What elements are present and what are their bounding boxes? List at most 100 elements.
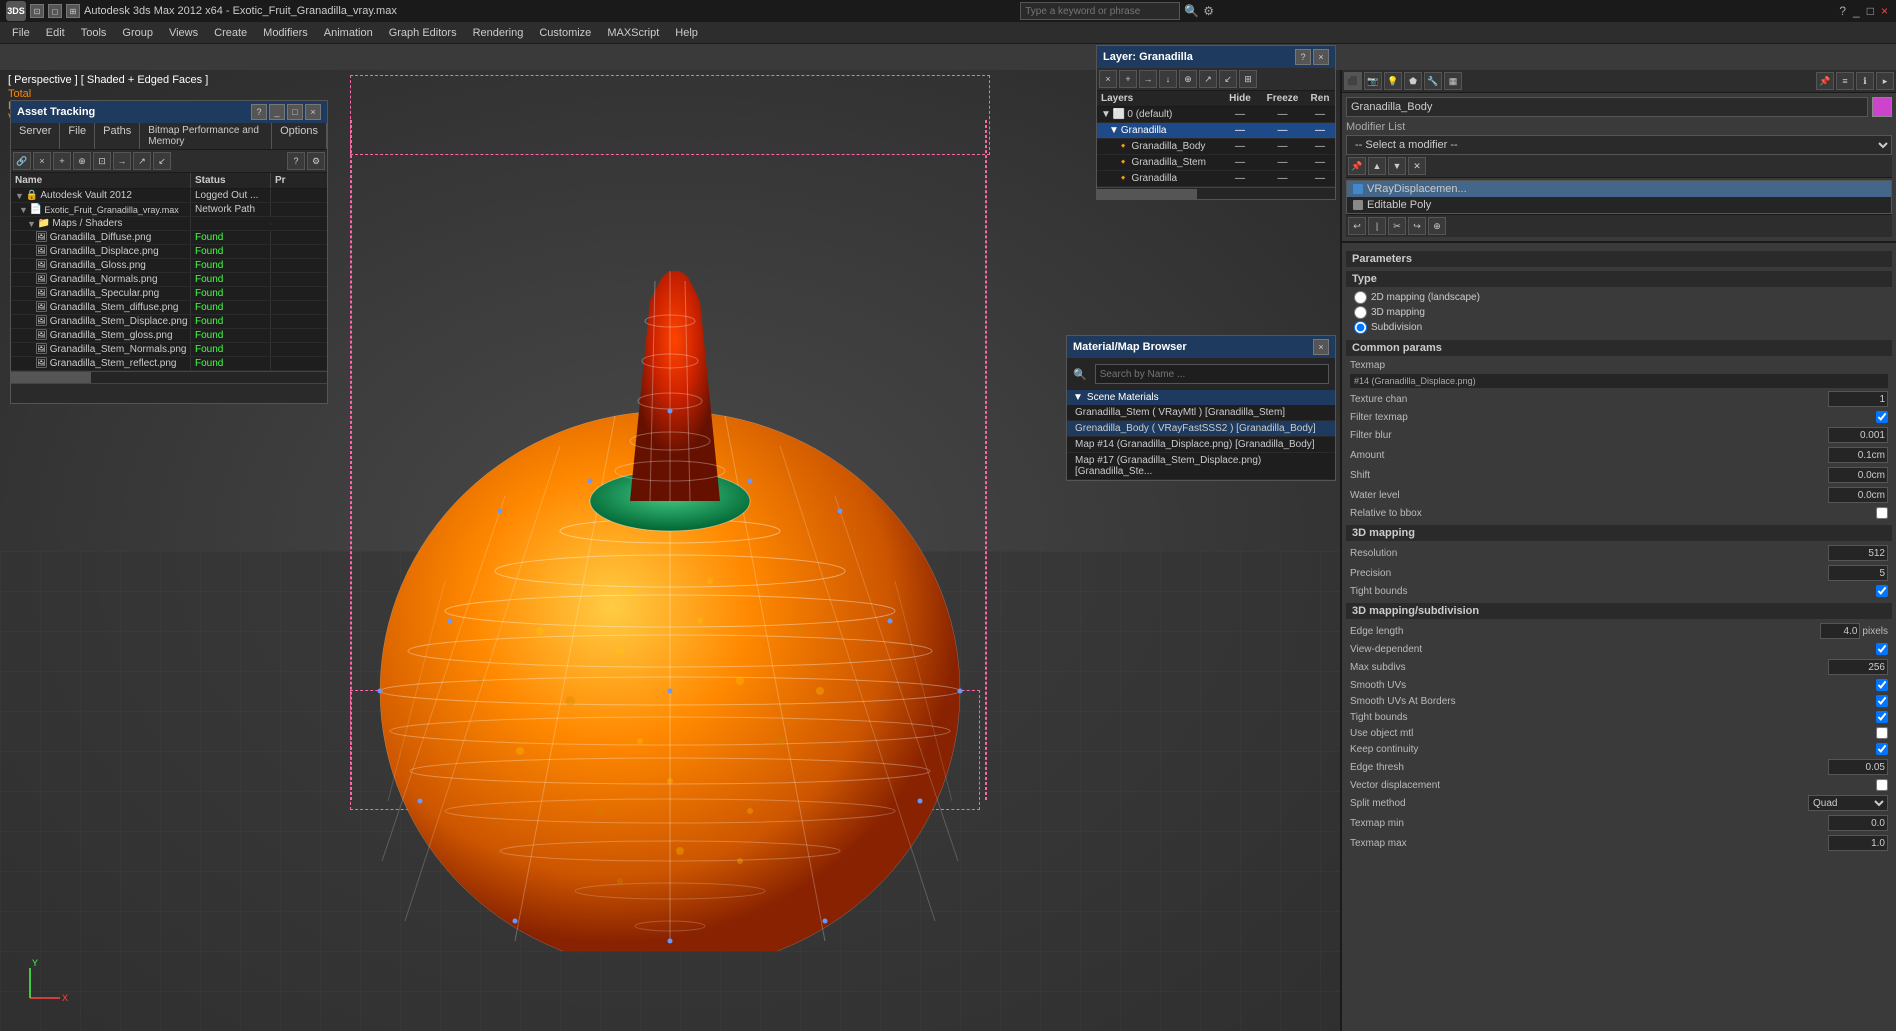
layer-tool-3[interactable]: → [1139, 70, 1157, 88]
menu-modifiers[interactable]: Modifiers [255, 25, 316, 41]
menu-file[interactable]: File [4, 25, 38, 41]
radio-subdivision[interactable]: Subdivision [1354, 321, 1884, 334]
layer-tree[interactable]: ▼ ⬜ 0 (default) — — — ▼ Granadilla — — —… [1097, 107, 1335, 187]
layer-tool-1[interactable]: × [1099, 70, 1117, 88]
search-options-icon[interactable]: ⚙ [1203, 4, 1214, 18]
rt-icon-4[interactable]: ⬟ [1404, 72, 1422, 90]
split-method-dropdown[interactable]: Quad Triangle [1808, 795, 1888, 811]
asset-row-normals[interactable]: 🖼 Granadilla_Normals.png Found [11, 273, 327, 287]
layer-ren-stem[interactable]: — [1305, 155, 1335, 170]
modifier-stack[interactable]: VRayDisplacemen... Editable Poly [1346, 180, 1892, 214]
search-bar[interactable]: 🔍 ⚙ [1020, 2, 1214, 20]
search-icon[interactable]: 🔍 [1184, 4, 1199, 18]
asset-row-max-file[interactable]: ▼ 📄 Exotic_Fruit_Granadilla_vray.max Net… [11, 203, 327, 217]
layer-tool-6[interactable]: ↗ [1199, 70, 1217, 88]
asset-row-stem-gloss[interactable]: 🖼 Granadilla_Stem_gloss.png Found [11, 329, 327, 343]
asset-tool-5[interactable]: ⊡ [93, 152, 111, 170]
layer-ren-granadilla2[interactable]: — [1305, 171, 1335, 186]
texture-chan-value[interactable]: 1 [1828, 391, 1888, 407]
asset-row-diffuse[interactable]: 🖼 Granadilla_Diffuse.png Found [11, 231, 327, 245]
asset-tool-7[interactable]: ↗ [133, 152, 151, 170]
asset-tool-2[interactable]: × [33, 152, 51, 170]
object-name-input[interactable]: Granadilla_Body [1346, 97, 1868, 117]
asset-row-maps[interactable]: ▼ 📁 Maps / Shaders [11, 217, 327, 231]
mod-pin-button[interactable]: 📌 [1348, 157, 1366, 175]
layer-item-granadilla2[interactable]: 🔸 Granadilla — — — [1097, 171, 1335, 187]
menu-customize[interactable]: Customize [531, 25, 599, 41]
radio-3d-mapping-input[interactable] [1354, 306, 1367, 319]
restore-button[interactable]: ⊡ [30, 4, 44, 18]
layer-hide-body[interactable]: — [1220, 139, 1260, 154]
asset-menu-options[interactable]: Options [272, 123, 327, 149]
mat-item-displace[interactable]: Map #14 (Granadilla_Displace.png) [Grana… [1067, 437, 1335, 453]
layer-item-default[interactable]: ▼ ⬜ 0 (default) — — — [1097, 107, 1335, 123]
mod-arrow-down[interactable]: ▼ [1388, 157, 1406, 175]
layer-hide-default[interactable]: — [1220, 107, 1260, 122]
layer-panel-titlebar[interactable]: Layer: Granadilla ? × [1097, 46, 1335, 68]
asset-row-gloss[interactable]: 🖼 Granadilla_Gloss.png Found [11, 259, 327, 273]
arrange-button[interactable]: ⊞ [66, 4, 80, 18]
layer-tool-5[interactable]: ⊕ [1179, 70, 1197, 88]
asset-menu-server[interactable]: Server [11, 123, 60, 149]
rt-icon-info[interactable]: ℹ [1856, 72, 1874, 90]
color-swatch[interactable] [1872, 97, 1892, 117]
mat-item-stem-displace[interactable]: Map #17 (Granadilla_Stem_Displace.png) [… [1067, 453, 1335, 480]
minimize-button[interactable]: _ [1851, 4, 1862, 18]
mat-item-stem[interactable]: Granadilla_Stem ( VRayMtl ) [Granadilla_… [1067, 405, 1335, 421]
modifier-list-dropdown[interactable]: -- Select a modifier -- [1346, 135, 1892, 155]
asset-row-vault[interactable]: ▼ 🔒 Autodesk Vault 2012 Logged Out ... [11, 189, 327, 203]
radio-3d-mapping[interactable]: 3D mapping [1354, 306, 1884, 319]
layer-item-granadilla[interactable]: ▼ Granadilla — — — [1097, 123, 1335, 139]
asset-menu-file[interactable]: File [60, 123, 95, 149]
menu-maxscript[interactable]: MAXScript [599, 25, 667, 41]
asset-row-stem-normals[interactable]: 🖼 Granadilla_Stem_Normals.png Found [11, 343, 327, 357]
rt-icon-more[interactable]: ▸ [1876, 72, 1894, 90]
tight-bounds-checkbox[interactable] [1876, 585, 1888, 597]
shift-value[interactable]: 0.0cm [1828, 467, 1888, 483]
keyword-search-input[interactable] [1020, 2, 1180, 20]
edge-thresh-value[interactable]: 0.05 [1828, 759, 1888, 775]
asset-tool-4[interactable]: ⊕ [73, 152, 91, 170]
layer-scrollbar[interactable] [1097, 187, 1335, 199]
material-list[interactable]: Granadilla_Stem ( VRayMtl ) [Granadilla_… [1067, 405, 1335, 480]
rt-icon-1[interactable]: ⬛ [1344, 72, 1362, 90]
mod-bt-3[interactable]: ✂ [1388, 217, 1406, 235]
mod-bt-1[interactable]: ↩ [1348, 217, 1366, 235]
layer-ren-default[interactable]: — [1305, 107, 1335, 122]
keep-continuity-checkbox[interactable] [1876, 743, 1888, 755]
filter-blur-value[interactable]: 0.001 [1828, 427, 1888, 443]
layer-tool-4[interactable]: ↓ [1159, 70, 1177, 88]
radio-2d-mapping-input[interactable] [1354, 291, 1367, 304]
texmap-min-value[interactable]: 0.0 [1828, 815, 1888, 831]
smooth-uvs-borders-checkbox[interactable] [1876, 695, 1888, 707]
mod-del-button[interactable]: ✕ [1408, 157, 1426, 175]
menu-edit[interactable]: Edit [38, 25, 73, 41]
asset-row-stem-diffuse[interactable]: 🖼 Granadilla_Stem_diffuse.png Found [11, 301, 327, 315]
water-level-value[interactable]: 0.0cm [1828, 487, 1888, 503]
asset-close-button[interactable]: × [305, 104, 321, 120]
menu-animation[interactable]: Animation [316, 25, 381, 41]
asset-row-specular[interactable]: 🖼 Granadilla_Specular.png Found [11, 287, 327, 301]
resolution-value[interactable]: 512 [1828, 545, 1888, 561]
mat-item-body[interactable]: Grenadilla_Body ( VRayFastSSS2 ) [Granad… [1067, 421, 1335, 437]
menu-group[interactable]: Group [114, 25, 161, 41]
menu-tools[interactable]: Tools [73, 25, 115, 41]
mat-close-button[interactable]: × [1313, 339, 1329, 355]
layer-tool-7[interactable]: ↙ [1219, 70, 1237, 88]
mod-bt-5[interactable]: ⊕ [1428, 217, 1446, 235]
texmap-max-value[interactable]: 1.0 [1828, 835, 1888, 851]
asset-tracking-titlebar[interactable]: Asset Tracking ? _ □ × [11, 101, 327, 123]
tight-bounds2-checkbox[interactable] [1876, 711, 1888, 723]
layer-freeze-default[interactable]: — [1260, 107, 1305, 122]
title-right-controls[interactable]: ? _ □ × [1837, 4, 1890, 18]
edge-length-value[interactable]: 4.0 [1820, 623, 1860, 639]
asset-help-button[interactable]: ? [251, 104, 267, 120]
asset-tree[interactable]: ▼ 🔒 Autodesk Vault 2012 Logged Out ... ▼… [11, 189, 327, 371]
menu-create[interactable]: Create [206, 25, 255, 41]
common-params-title[interactable]: Common params [1346, 340, 1892, 356]
menu-views[interactable]: Views [161, 25, 206, 41]
layer-ren-granadilla[interactable]: — [1305, 123, 1335, 138]
asset-tool-settings[interactable]: ⚙ [307, 152, 325, 170]
smooth-uvs-checkbox[interactable] [1876, 679, 1888, 691]
asset-scrollbar[interactable] [11, 371, 327, 383]
